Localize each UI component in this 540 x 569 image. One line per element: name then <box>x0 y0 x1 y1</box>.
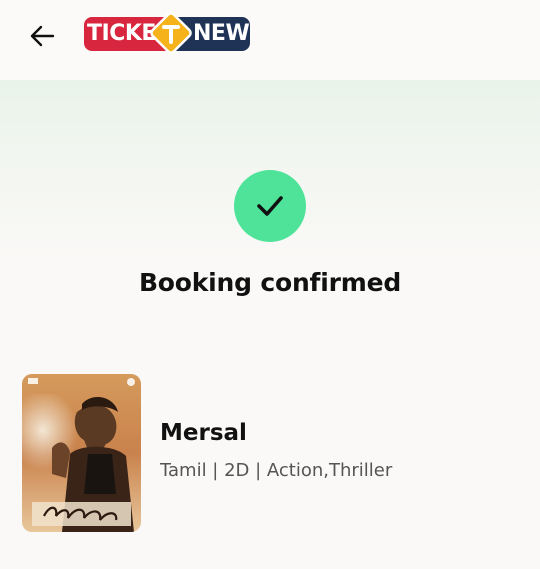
poster-image <box>22 374 141 532</box>
ticketnew-logo[interactable]: TICKE NEW <box>84 12 250 56</box>
movie-title: Mersal <box>160 420 247 446</box>
logo-text-left: TICKE <box>87 21 156 46</box>
app-header: TICKE NEW <box>0 0 540 80</box>
arrow-left-icon <box>30 25 55 47</box>
movie-meta: Tamil | 2D | Action,Thriller <box>160 460 393 481</box>
check-icon <box>257 196 283 216</box>
ticket-mark-icon <box>150 12 192 54</box>
logo-text-right: NEW <box>193 21 250 46</box>
booking-status-title: Booking confirmed <box>138 268 402 297</box>
success-badge <box>234 170 306 242</box>
back-button[interactable] <box>26 20 58 52</box>
movie-poster[interactable] <box>22 374 141 532</box>
